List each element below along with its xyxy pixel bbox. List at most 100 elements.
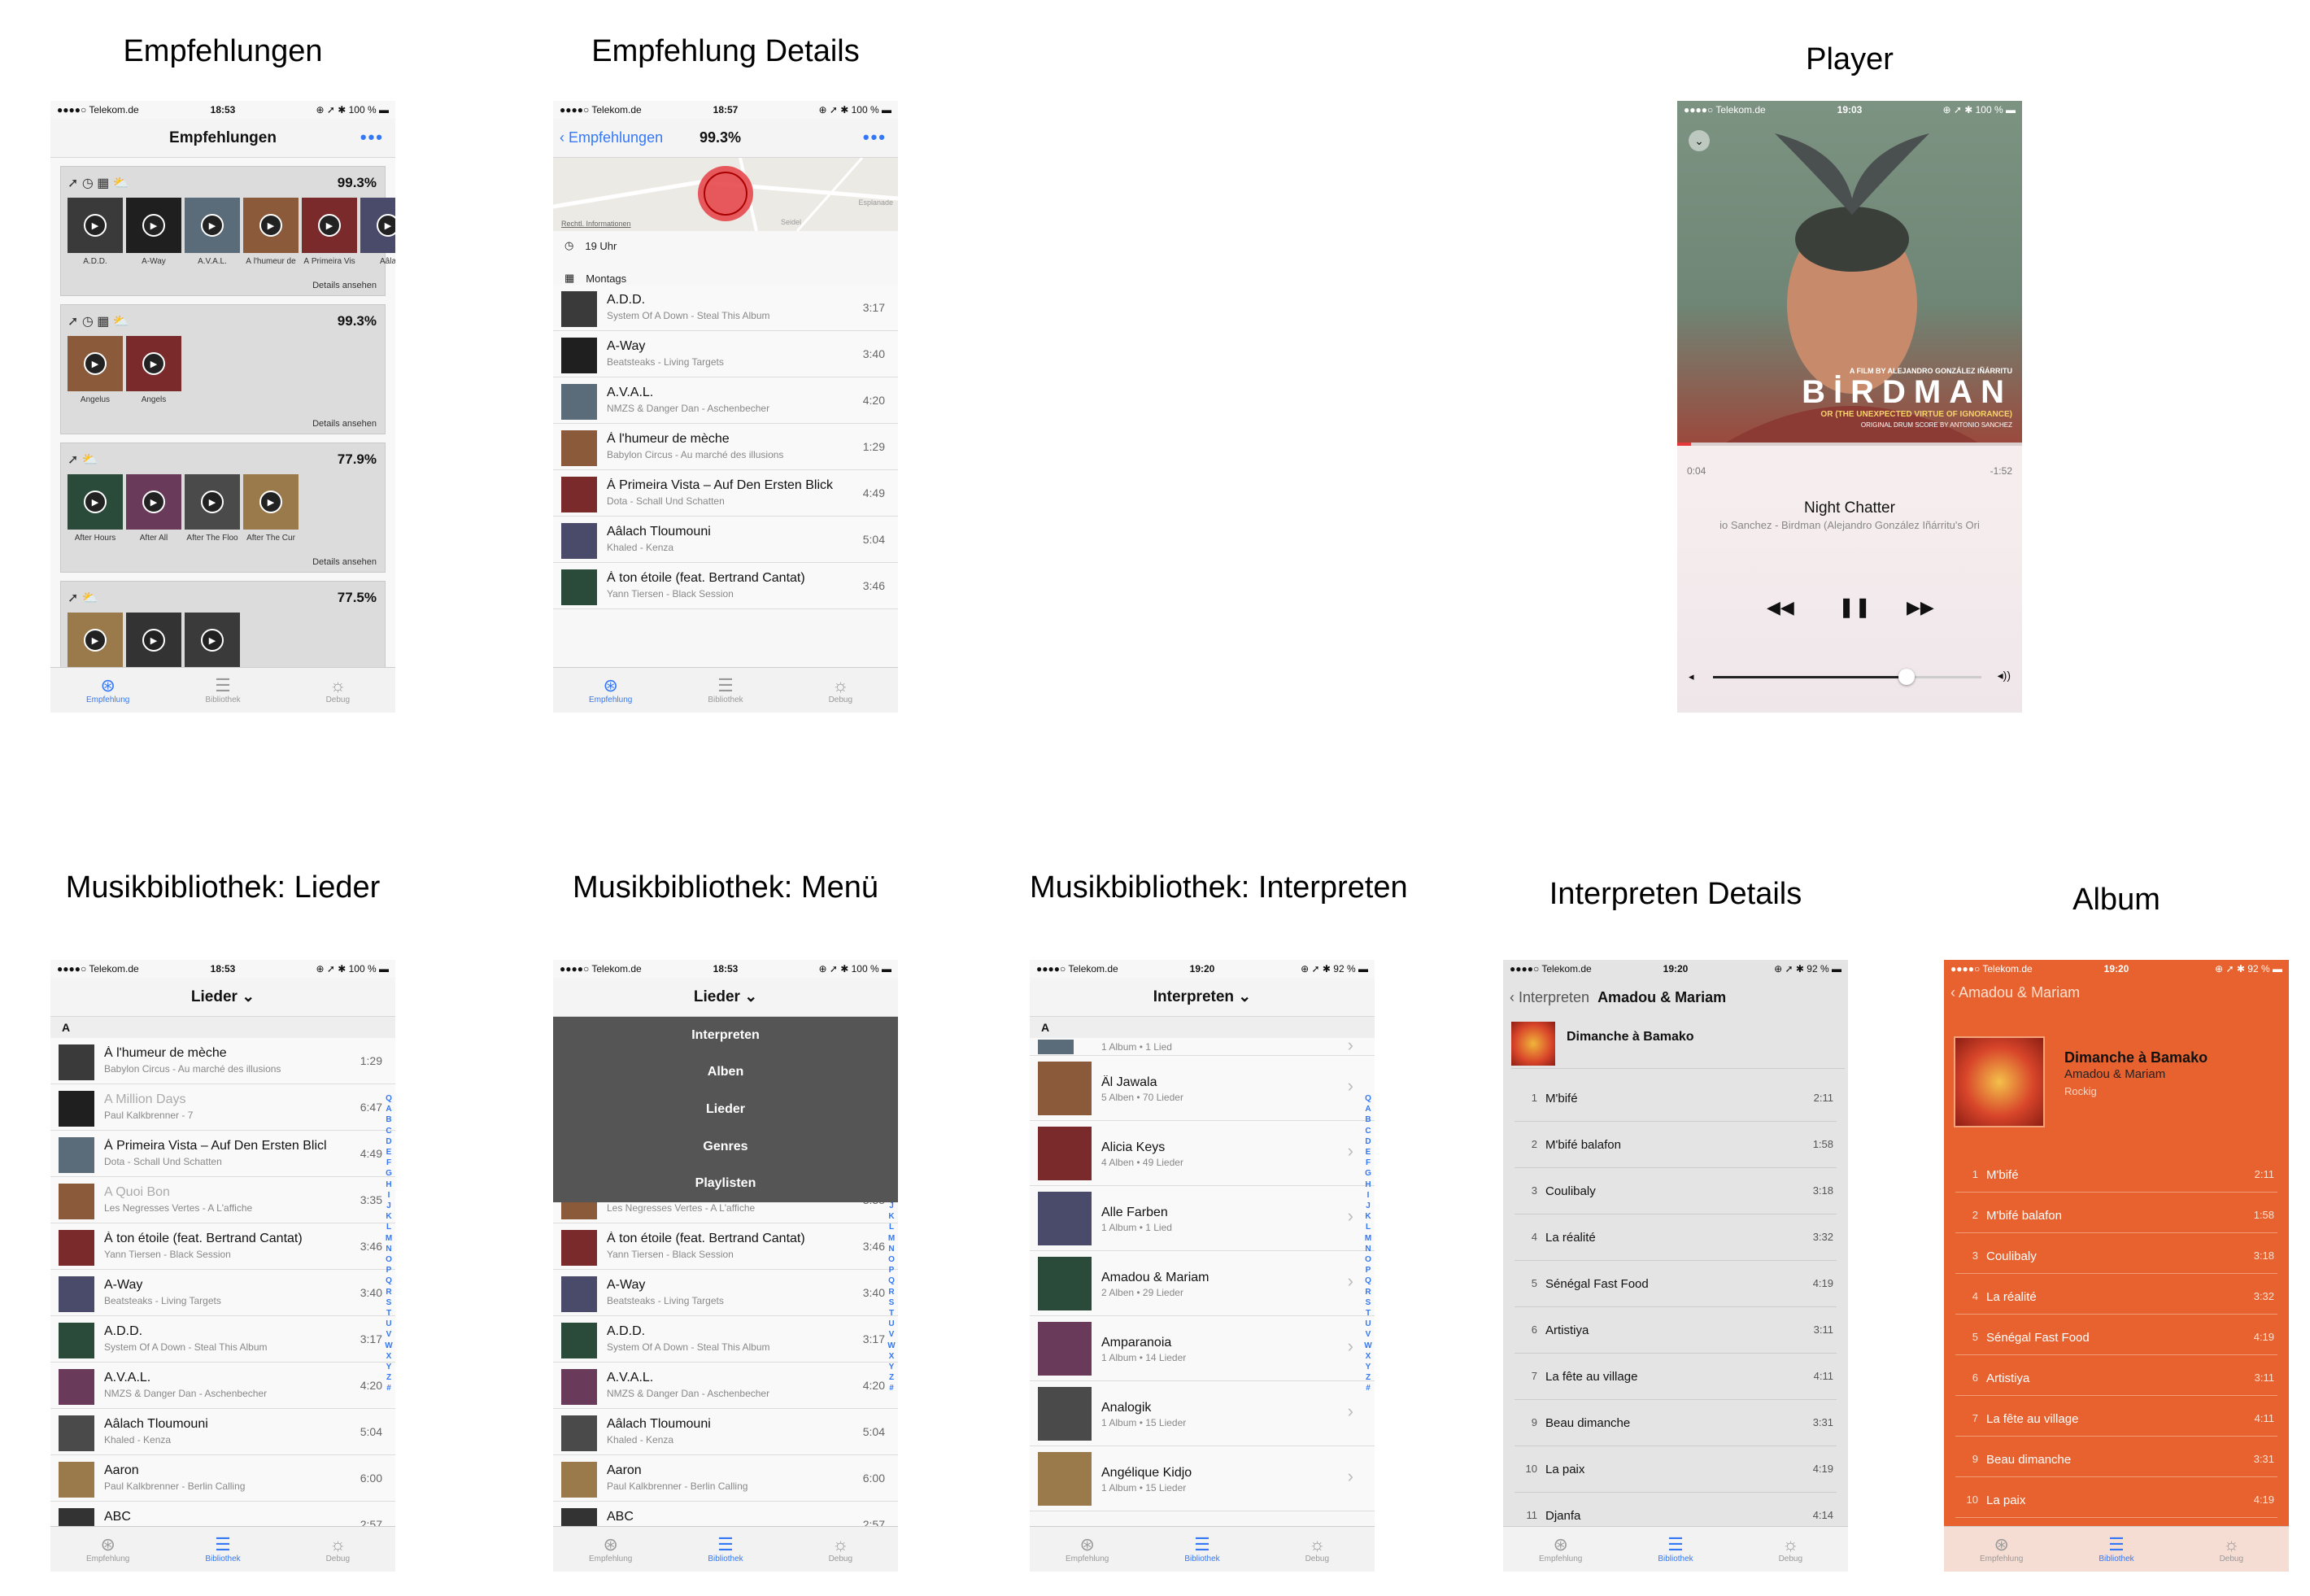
track-row[interactable]: 9 Beau dimanche 3:31 [1955, 1437, 2277, 1477]
track-row[interactable]: 1 M'bifé 2:11 [1955, 1152, 2277, 1193]
album-thumb[interactable]: ▶ After Hours [68, 474, 123, 543]
album-thumb[interactable]: ▶ Á Primeira Vis [302, 198, 357, 266]
song-row[interactable]: A-Way Beatsteaks - Living Targets 3:40 [553, 331, 898, 377]
menu-item-lieder[interactable]: Lieder [553, 1091, 898, 1128]
track-row[interactable]: 2 M'bifé balafon 1:58 [1955, 1193, 2277, 1233]
album-thumb[interactable]: ▶ Angelus [68, 336, 123, 404]
track-row[interactable]: 4 La réalité 3:32 [1955, 1274, 2277, 1315]
tab-empfehlung[interactable]: ⊛ Empfehlung [1503, 1527, 1618, 1572]
song-row[interactable]: Aâlach Tloumouni Khaled - Kenza 5:04 [553, 1409, 898, 1455]
song-row[interactable]: Aaron Paul Kalkbrenner - Berlin Calling 6:… [553, 1455, 898, 1502]
tab-bibliothek[interactable]: ☰ Bibliothek [1618, 1527, 1732, 1572]
menu-item-genres[interactable]: Genres [553, 1128, 898, 1166]
alphabet-index[interactable]: QABCDEFGHIJKLMNOPQRSTUVWXYZ# [384, 1093, 394, 1394]
tab-debug[interactable]: ☼ Debug [281, 668, 395, 713]
song-row[interactable]: A.D.D. System Of A Down - Steal This Albu… [553, 285, 898, 331]
recommendation-card[interactable]: ➚ ⛅ 77.9% ▶ After Hours ▶ After All ▶ After The… [60, 443, 386, 573]
song-row[interactable]: À l'humeur de mèche Babylon Circus - Au m… [50, 1038, 395, 1084]
page-title-dropdown[interactable]: Interpreten ⌄ [1153, 988, 1251, 1006]
tab-bibliothek[interactable]: ☰ Bibliothek [165, 668, 280, 713]
song-row[interactable]: Á Primeira Vista – Auf Den Ersten Blicl D… [50, 1131, 395, 1177]
song-row[interactable]: A-Way Beatsteaks - Living Targets 3:40 [553, 1270, 898, 1316]
back-button[interactable]: ‹ Amadou & Mariam [1950, 984, 2080, 1001]
album-thumb[interactable]: ▶ [185, 613, 240, 668]
menu-item-alben[interactable]: Alben [553, 1054, 898, 1092]
tab-debug[interactable]: ☼ Debug [783, 1527, 898, 1572]
tab-debug[interactable]: ☼ Debug [1260, 1527, 1375, 1572]
song-row[interactable]: Á Primeira Vista – Auf Den Ersten Blick D… [553, 470, 898, 517]
album-thumb[interactable]: ▶ After The Cur [243, 474, 299, 543]
more-icon[interactable]: ••• [360, 127, 384, 148]
song-row[interactable]: Aâlach Tloumouni Khaled - Kenza 5:04 [50, 1409, 395, 1455]
page-title-dropdown[interactable]: Lieder ⌄ [191, 988, 255, 1006]
volume-slider[interactable] [1713, 669, 1981, 685]
back-button[interactable]: ‹ Interpreten [1510, 989, 1589, 1006]
album-thumb[interactable]: ▶ À l'humeur de [243, 198, 299, 266]
song-row[interactable]: A.V.A.L. NMZS & Danger Dan - Aschenbecher… [50, 1363, 395, 1409]
prev-button[interactable]: ◀◀ [1767, 597, 1794, 618]
artist-row[interactable]: Amparanoia 1 Album • 14 Lieder › [1030, 1316, 1375, 1381]
tab-empfehlung[interactable]: ⊛ Empfehlung [553, 668, 668, 713]
artist-row[interactable]: Äl Jawala 5 Alben • 70 Lieder › [1030, 1056, 1375, 1121]
progress-track[interactable] [1677, 443, 2022, 446]
artist-row[interactable]: 1 Album • 1 Lied › [1030, 1035, 1375, 1056]
details-link[interactable]: Details ansehen [312, 419, 377, 429]
menu-item-playlisten[interactable]: Playlisten [553, 1165, 898, 1202]
track-row[interactable]: 6 Artistiya 3:11 [1515, 1307, 1837, 1354]
back-button[interactable]: ‹ Empfehlungen [560, 129, 663, 146]
details-link[interactable]: Details ansehen [312, 557, 377, 567]
song-row[interactable]: A-Way Beatsteaks - Living Targets 3:40 [50, 1270, 395, 1316]
map-legal-link[interactable]: Rechtl. Informationen [561, 220, 631, 228]
song-row[interactable]: A.D.D. System Of A Down - Steal This Albu… [553, 1316, 898, 1363]
dismiss-button[interactable]: ⌄ [1689, 130, 1710, 151]
tab-empfehlung[interactable]: ⊛ Empfehlung [1030, 1527, 1144, 1572]
song-row[interactable]: À ton étoile (feat. Bertrand Cantat) Yann… [553, 563, 898, 609]
pause-button[interactable]: ❚❚ [1838, 595, 1871, 619]
album-thumb[interactable]: ▶ A.D.D. [68, 198, 123, 266]
track-row[interactable]: 3 Coulibaly 3:18 [1515, 1168, 1837, 1214]
alphabet-index[interactable]: QABCDEFGHIJKLMNOPQRSTUVWXYZ# [1363, 1093, 1373, 1394]
song-row[interactable]: A.V.A.L. NMZS & Danger Dan - Aschenbecher… [553, 377, 898, 424]
track-row[interactable]: 7 La fête au village 4:11 [1515, 1354, 1837, 1400]
tab-empfehlung[interactable]: ⊛ Empfehlung [50, 1527, 165, 1572]
artist-row[interactable]: Amadou & Mariam 2 Alben • 29 Lieder › [1030, 1251, 1375, 1316]
track-row[interactable]: 9 Beau dimanche 3:31 [1515, 1400, 1837, 1446]
song-row[interactable]: À ton étoile (feat. Bertrand Cantat) Yann… [50, 1223, 395, 1270]
tab-empfehlung[interactable]: ⊛ Empfehlung [1944, 1527, 2059, 1572]
song-row[interactable]: A.V.A.L. NMZS & Danger Dan - Aschenbecher… [553, 1363, 898, 1409]
song-row[interactable]: À ton étoile (feat. Bertrand Cantat) Yann… [553, 1223, 898, 1270]
track-row[interactable]: 7 La fête au village 4:11 [1955, 1396, 2277, 1437]
album-thumb[interactable]: ▶ [68, 613, 123, 668]
menu-item-interpreten[interactable]: Interpreten [553, 1017, 898, 1054]
album-thumb[interactable]: ▶ [126, 613, 181, 668]
track-row[interactable]: 4 La réalité 3:32 [1515, 1214, 1837, 1261]
tab-empfehlung[interactable]: ⊛ Empfehlung [50, 668, 165, 713]
artist-row[interactable]: Alle Farben 1 Album • 1 Lied › [1030, 1186, 1375, 1251]
details-link[interactable]: Details ansehen [312, 281, 377, 290]
tab-bibliothek[interactable]: ☰ Bibliothek [165, 1527, 280, 1572]
track-row[interactable]: 10 La paix 4:19 [1515, 1446, 1837, 1493]
tab-debug[interactable]: ☼ Debug [281, 1527, 395, 1572]
song-row[interactable]: Aaron Paul Kalkbrenner - Berlin Calling 6:… [50, 1455, 395, 1502]
album-header[interactable]: Dimanche à Bamako [1511, 1022, 1845, 1069]
recommendation-card[interactable]: ➚ ◷ ▦ ⛅ 99.3% ▶ Angelus ▶ Angels Details anseh… [60, 304, 386, 434]
tab-debug[interactable]: ☼ Debug [783, 668, 898, 713]
tab-debug[interactable]: ☼ Debug [1733, 1527, 1848, 1572]
album-thumb[interactable]: ▶ A.V.A.L. [185, 198, 240, 266]
track-row[interactable]: 3 Coulibaly 3:18 [1955, 1233, 2277, 1274]
tab-bibliothek[interactable]: ☰ Bibliothek [668, 1527, 782, 1572]
track-row[interactable]: 10 La paix 4:19 [1955, 1477, 2277, 1518]
song-row[interactable]: A Quoi Bon Les Negresses Vertes - A L'aff… [50, 1177, 395, 1223]
tab-bibliothek[interactable]: ☰ Bibliothek [668, 668, 782, 713]
album-thumb[interactable]: ▶ After The Floo [185, 474, 240, 543]
more-icon[interactable]: ••• [863, 127, 887, 148]
song-row[interactable]: À l'humeur de mèche Babylon Circus - Au m… [553, 424, 898, 470]
album-thumb[interactable]: ▶ A-Way [126, 198, 181, 266]
next-button[interactable]: ▶▶ [1907, 597, 1934, 618]
song-row[interactable]: A.D.D. System Of A Down - Steal This Albu… [50, 1316, 395, 1363]
artist-row[interactable]: Alicia Keys 4 Alben • 49 Lieder › [1030, 1121, 1375, 1186]
track-row[interactable]: 1 M'bifé 2:11 [1515, 1075, 1837, 1122]
track-row[interactable]: 2 M'bifé balafon 1:58 [1515, 1122, 1837, 1168]
recommendation-card[interactable]: ➚ ◷ ▦ ⛅ 99.3% ▶ A.D.D. ▶ A-Way ▶ A.V.A.L. ▶ À l'h… [60, 166, 395, 296]
song-row[interactable]: A Million Days Paul Kalkbrenner - 7 6:47 [50, 1084, 395, 1131]
